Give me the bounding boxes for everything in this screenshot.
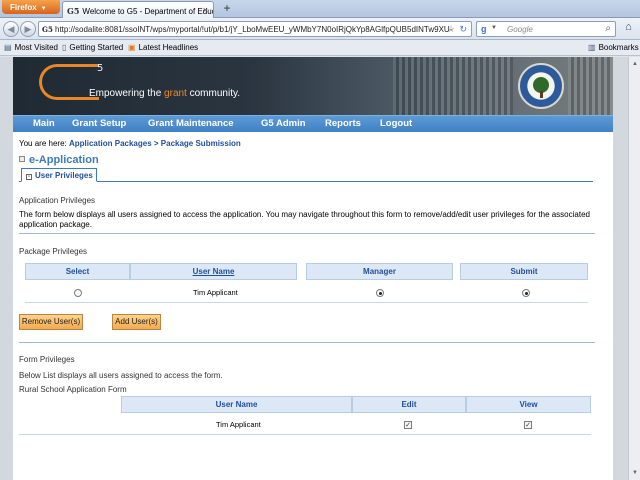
department-seal-icon: [518, 63, 564, 109]
tab-title: Welcome to G5 - Department of Educati...: [82, 7, 213, 16]
bookmark-most-visited[interactable]: ▤ Most Visited: [4, 43, 58, 52]
home-icon[interactable]: ⌂: [620, 21, 637, 37]
bookmark-folder-icon: ▤: [4, 43, 12, 52]
column-header-manager: Manager: [306, 263, 453, 280]
page-title-text: e-Application: [29, 154, 99, 166]
web-page: 5 Empowering the grant community. Main G…: [13, 57, 613, 480]
back-arrow-icon[interactable]: ◀: [3, 21, 19, 37]
column-header-select: Select: [25, 263, 130, 280]
bookmarks-icon: ▥: [588, 43, 596, 52]
new-tab-icon[interactable]: +: [220, 2, 234, 16]
tab-favicon: G5: [67, 6, 80, 16]
bookmark-label: Most Visited: [14, 43, 58, 52]
vertical-scrollbar[interactable]: ▲ ▼: [628, 57, 640, 480]
tab-label: User Privileges: [35, 171, 93, 180]
breadcrumb-prefix: You are here:: [19, 139, 69, 148]
bookmark-getting-started[interactable]: ▯ Getting Started: [62, 43, 123, 52]
google-icon[interactable]: g: [481, 24, 487, 34]
site-favicon: G5: [42, 25, 53, 34]
tab-underline: [19, 181, 593, 182]
add-users-button[interactable]: Add User(s): [112, 314, 161, 330]
bookmark-latest-headlines[interactable]: ▣ Latest Headlines: [128, 43, 198, 52]
breadcrumb: You are here: Application Packages > Pac…: [19, 139, 241, 148]
browser-navbar: ◀ ▶ G5 http://sodalite:8081/ssoINT/wps/m…: [0, 18, 640, 40]
g5-logo-superscript: 5: [97, 63, 104, 74]
select-radio[interactable]: [74, 289, 82, 297]
page-icon: ▯: [62, 43, 67, 52]
table-row-divider: [25, 302, 588, 303]
bookmarks-menu[interactable]: ▥ Bookmarks: [588, 43, 639, 52]
remove-users-button[interactable]: Remove User(s): [19, 314, 83, 330]
bookmark-label: Latest Headlines: [138, 43, 199, 52]
page-title: e-Application: [19, 154, 99, 166]
g5-banner: 5 Empowering the grant community.: [13, 57, 613, 115]
application-privileges-description: The form below displays all users assign…: [19, 210, 590, 229]
url-text: http://sodalite:8081/ssoINT/wps/myportal…: [55, 25, 453, 34]
search-icon[interactable]: ⌕: [605, 23, 611, 34]
search-placeholder: Google: [507, 25, 533, 34]
menu-main[interactable]: Main: [33, 118, 55, 129]
menu-reports[interactable]: Reports: [325, 118, 361, 129]
banner-library-image: [568, 57, 613, 115]
menu-logout[interactable]: Logout: [380, 118, 412, 129]
form-privileges-title: Form Privileges: [19, 355, 75, 364]
firefox-menu-label: Firefox: [10, 3, 37, 12]
chevron-down-icon: ▼: [40, 6, 47, 12]
bookmark-label: Getting Started: [69, 43, 124, 52]
main-menu: Main Grant Setup Grant Maintenance G5 Ad…: [13, 115, 613, 132]
forward-arrow-icon[interactable]: ▶: [20, 21, 36, 37]
table-row-divider: [19, 434, 591, 435]
bookmark-star-icon[interactable]: ☆: [447, 24, 455, 35]
minus-icon: -: [26, 174, 32, 180]
menu-grant-maintenance[interactable]: Grant Maintenance: [148, 118, 234, 129]
url-input[interactable]: G5 http://sodalite:8081/ssoINT/wps/mypor…: [38, 21, 472, 37]
manager-radio[interactable]: [376, 289, 384, 297]
browser-tab[interactable]: G5Welcome to G5 - Department of Educati.…: [62, 1, 214, 18]
scroll-down-icon[interactable]: ▼: [630, 468, 640, 478]
edit-checkbox[interactable]: ✓: [404, 421, 412, 429]
bookmarks-menu-label: Bookmarks: [598, 43, 639, 52]
search-input[interactable]: g ▼ Google ⌕: [476, 21, 616, 37]
submit-radio[interactable]: [522, 289, 530, 297]
column-header-user-name: User Name: [121, 396, 352, 413]
column-header-edit: Edit: [352, 396, 466, 413]
close-icon[interactable]: ×: [203, 5, 208, 15]
tab-user-privileges[interactable]: - User Privileges: [21, 168, 97, 182]
form-privileges-description: Below List displays all users assigned t…: [19, 371, 223, 380]
banner-tagline: Empowering the grant community.: [89, 88, 240, 99]
column-header-view: View: [466, 396, 591, 413]
breadcrumb-link[interactable]: Application Packages > Package Submissio…: [69, 139, 241, 148]
chevron-down-icon[interactable]: ▼: [491, 25, 497, 31]
tagline-text: Empowering the: [89, 88, 165, 99]
browser-titlebar: Firefox ▼ G5 Welcome to G5 - Department of…: [0, 0, 640, 18]
form-user-name: Tim Applicant: [216, 420, 261, 429]
collapse-box-icon[interactable]: [19, 156, 25, 162]
reload-icon[interactable]: ↻: [459, 24, 467, 35]
package-user-name: Tim Applicant: [193, 288, 238, 297]
package-privileges-title: Package Privileges: [19, 247, 88, 256]
seal-trunk: [540, 91, 543, 98]
column-header-submit: Submit: [460, 263, 588, 280]
tagline-text: community.: [186, 88, 241, 99]
divider: [19, 233, 595, 234]
menu-grant-setup[interactable]: Grant Setup: [72, 118, 126, 129]
bookmarks-toolbar: ▤ Most Visited ▯ Getting Started ▣ Latest H…: [0, 40, 640, 56]
divider: [19, 342, 595, 343]
rss-icon: ▣: [128, 43, 136, 52]
application-privileges-title: Application Privileges: [19, 196, 96, 205]
firefox-menu-button[interactable]: Firefox ▼: [2, 0, 60, 14]
menu-g5-admin[interactable]: G5 Admin: [261, 118, 306, 129]
banner-library-image: [393, 57, 513, 115]
page-viewport: 5 Empowering the grant community. Main G…: [0, 57, 640, 480]
column-header-user-name[interactable]: User Name: [130, 263, 297, 280]
view-checkbox[interactable]: ✓: [524, 421, 532, 429]
form-name: Rural School Application Form: [19, 385, 127, 394]
scroll-up-icon[interactable]: ▲: [630, 59, 640, 69]
tagline-accent: grant: [164, 88, 187, 99]
